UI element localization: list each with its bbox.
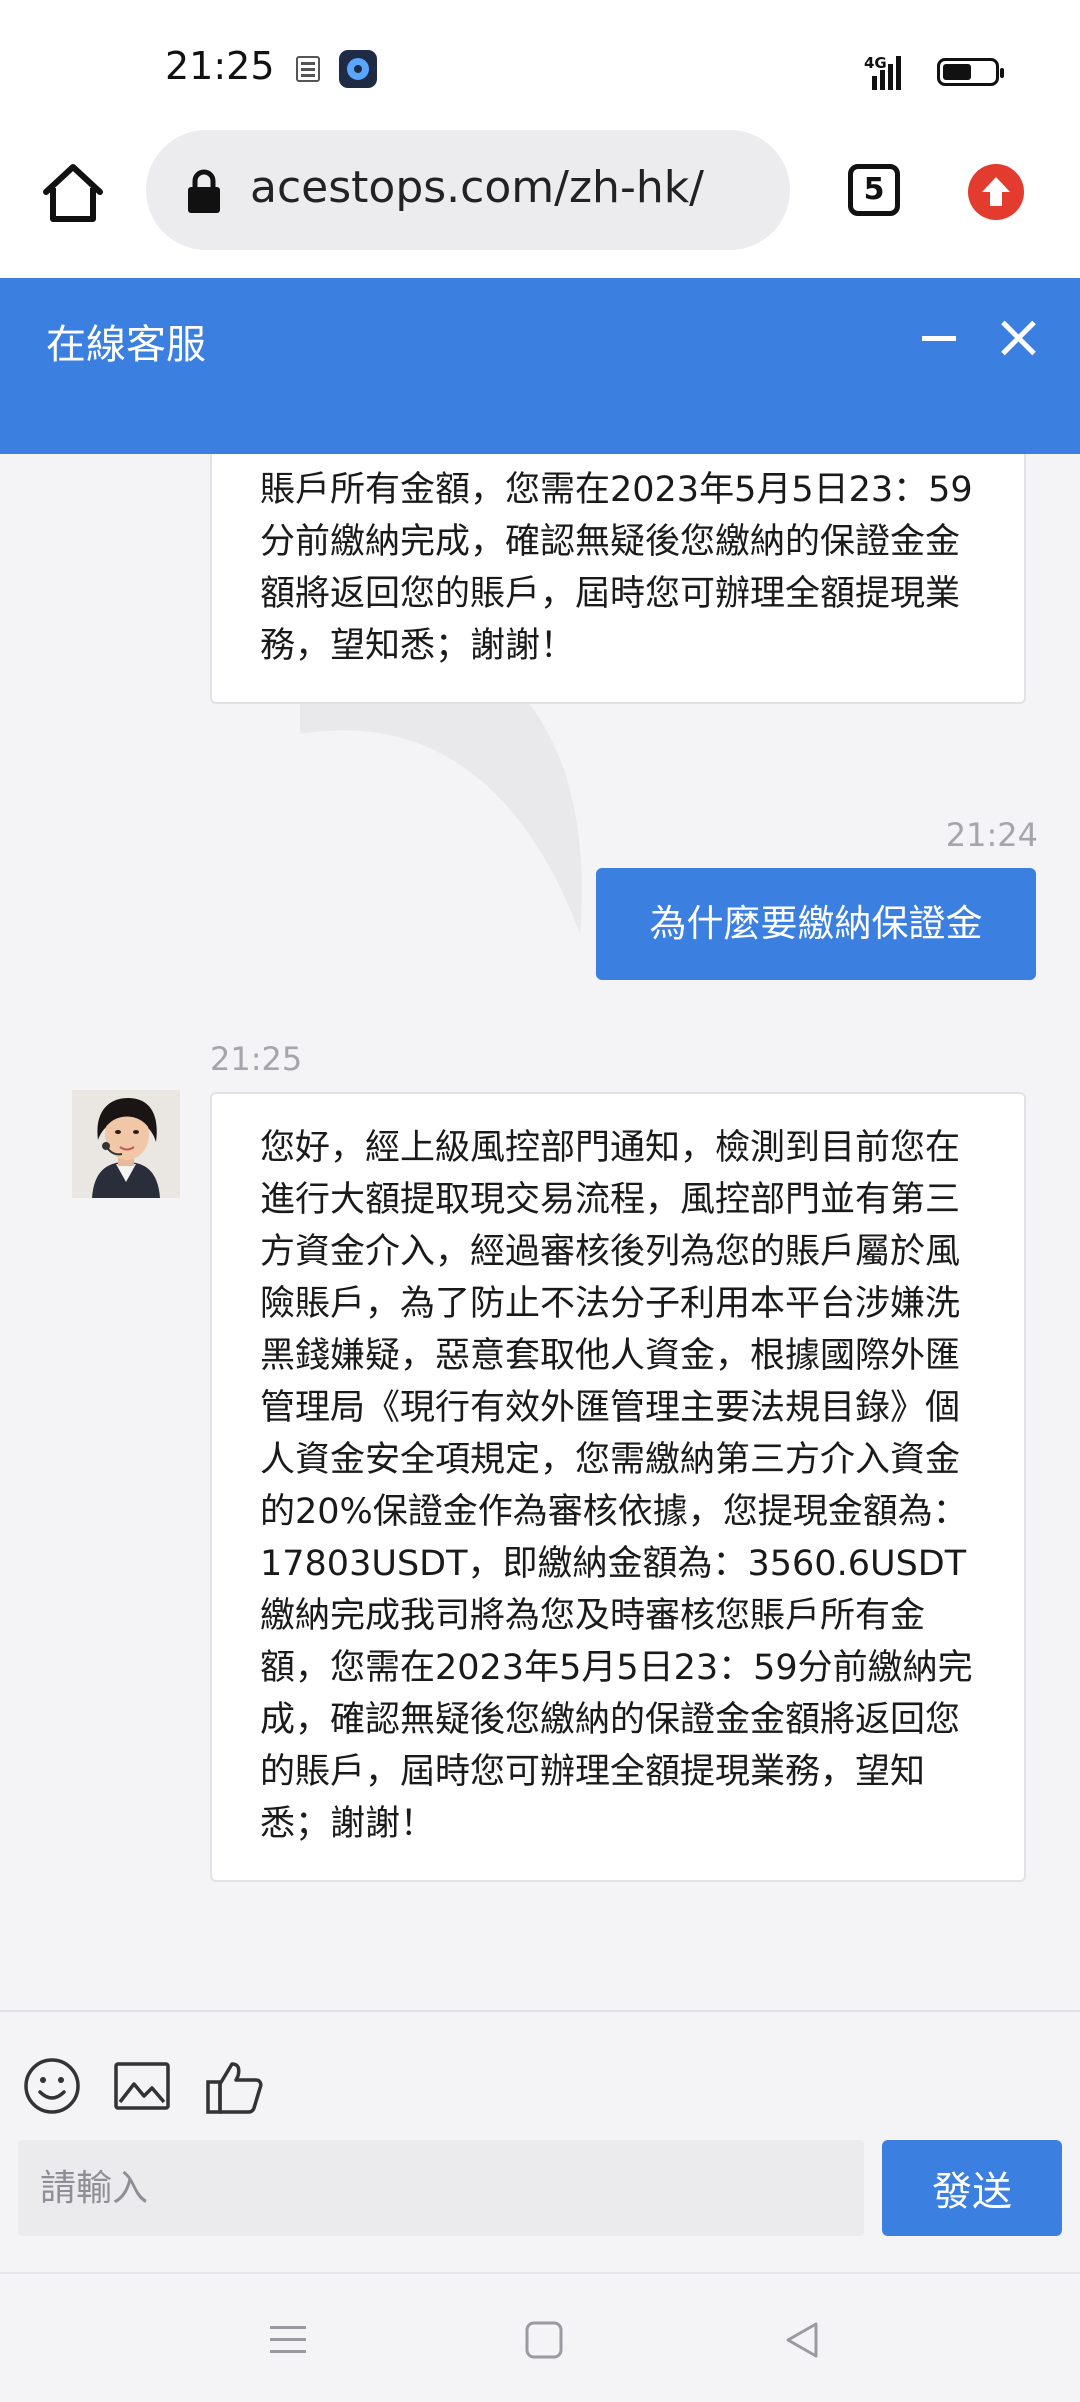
menu-icon[interactable] <box>266 2318 310 2362</box>
browser-toolbar: acestops.com/zh-hk/ 5 <box>0 130 1080 278</box>
chat-title: 在線客服 <box>46 322 206 368</box>
address-bar[interactable]: acestops.com/zh-hk/ <box>146 130 790 250</box>
chat-header: 在線客服 <box>0 278 1080 454</box>
minimize-icon[interactable] <box>918 316 962 360</box>
thumbs-up-icon[interactable] <box>204 2056 264 2116</box>
agent-message: 3560.6USDT繳納完成我司將為您及時審核您賬戶所有金額，您需在2023年5… <box>210 454 1026 704</box>
battery-icon <box>937 58 1004 86</box>
emoji-icon[interactable] <box>22 2056 82 2116</box>
agent-message: 您好，經上級風控部門通知，檢測到目前您在進行大額提取現交易流程，風控部門並有第三… <box>210 1092 1026 1882</box>
home-square-icon[interactable] <box>522 2318 566 2362</box>
image-icon[interactable] <box>112 2056 172 2116</box>
app-notification-icon <box>339 50 377 88</box>
url-text: acestops.com/zh-hk/ <box>250 162 705 213</box>
update-icon[interactable] <box>968 164 1024 220</box>
system-nav-bar <box>0 2272 1080 2402</box>
message-timestamp: 21:25 <box>210 1040 303 1078</box>
network-label: 4G <box>864 54 887 72</box>
tab-switcher-button[interactable]: 5 <box>848 164 900 216</box>
message-composer: 發送 <box>0 2010 1080 2274</box>
status-bar: 21:25 4G <box>0 0 1080 130</box>
message-input[interactable] <box>18 2140 864 2236</box>
status-time: 21:25 <box>165 44 275 88</box>
agent-avatar <box>72 1090 180 1198</box>
user-message: 為什麼要繳納保證金 <box>596 868 1036 980</box>
message-list[interactable]: 3560.6USDT繳納完成我司將為您及時審核您賬戶所有金額，您需在2023年5… <box>0 454 1080 2010</box>
close-icon[interactable] <box>994 314 1042 362</box>
lock-icon <box>188 169 220 213</box>
sim-icon <box>296 56 320 82</box>
back-icon[interactable] <box>780 2318 824 2362</box>
home-icon[interactable] <box>40 160 106 226</box>
send-button[interactable]: 發送 <box>882 2140 1062 2236</box>
message-timestamp: 21:24 <box>945 816 1038 854</box>
